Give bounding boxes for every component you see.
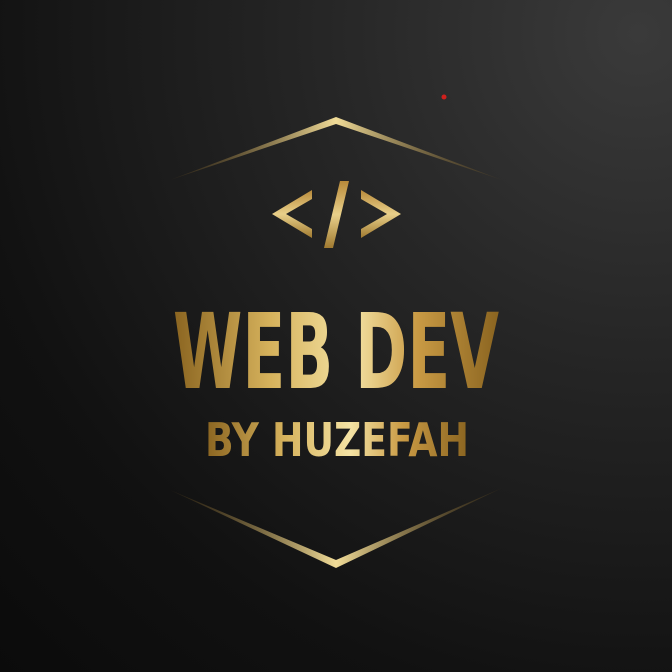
logo-subtitle: BY HUZEFAH [205,413,469,467]
logo-title: WEB DEV [173,291,499,413]
code-brackets-icon [272,181,401,248]
top-frame-chevron [170,117,502,180]
logo-canvas: WEB DEV BY HUZEFAH [170,94,502,568]
red-dot-icon [441,94,447,100]
bottom-frame-chevron [170,488,502,568]
